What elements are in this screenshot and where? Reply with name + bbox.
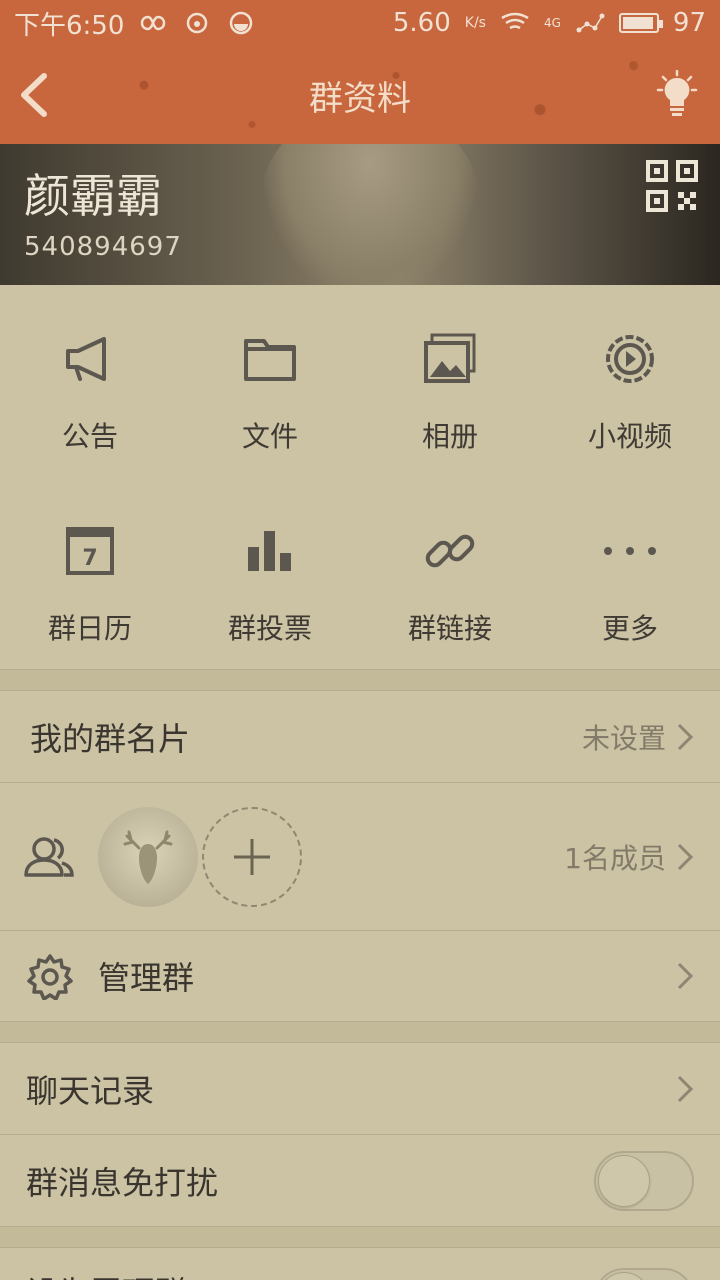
megaphone-icon (66, 337, 106, 381)
link-icon (425, 534, 475, 568)
lightbulb-icon[interactable] (654, 70, 700, 120)
wifi-icon (501, 12, 529, 30)
section-gap (0, 1227, 720, 1247)
pin-group-label: 设为置顶群 (26, 1268, 186, 1280)
group-name: 颜霸霸 (24, 169, 162, 223)
chevron-right-icon (677, 962, 694, 990)
calendar-day: 7 (82, 546, 97, 571)
chevron-right-icon (677, 1075, 694, 1102)
plus-icon (234, 838, 270, 875)
qr-code-icon[interactable] (646, 160, 698, 212)
members-icon (24, 836, 74, 877)
grid-item-link[interactable]: 群链接 (360, 477, 540, 669)
chevron-right-icon (677, 723, 694, 750)
signal-icon (576, 13, 605, 33)
grid-item-label: 更多 (601, 612, 658, 645)
pin-group-row: 设为置顶群 (0, 1248, 720, 1280)
group-header: 颜霸霸 540894697 (0, 144, 720, 285)
back-button[interactable] (14, 70, 54, 120)
battery-level: 97 (672, 8, 706, 38)
grid-item-album[interactable]: 相册 (360, 285, 540, 477)
grid-item-vote[interactable]: 群投票 (180, 477, 360, 669)
do-not-disturb-toggle[interactable] (594, 1150, 694, 1211)
network-speed: 5.60 (392, 8, 451, 38)
my-group-card-label: 我的群名片 (30, 719, 191, 758)
status-time: 下午6:50 (14, 10, 125, 41)
grid-item-calendar[interactable]: 7 群日历 (0, 477, 180, 669)
header-background-photo (260, 144, 480, 285)
deer-head-icon (123, 830, 173, 884)
grid-item-label: 群日历 (47, 612, 132, 645)
grid-item-label: 相册 (421, 420, 478, 453)
grid-item-label: 文件 (241, 420, 298, 453)
grid-item-more[interactable]: 更多 (540, 477, 720, 669)
section-gap (0, 670, 720, 690)
gear-icon (27, 954, 73, 1000)
infinity-icon (141, 15, 166, 31)
chevron-right-icon (677, 843, 694, 870)
my-group-card-row[interactable]: 我的群名片 未设置 (0, 691, 720, 782)
battery-icon (618, 13, 663, 33)
toggle-knob (598, 1154, 650, 1207)
grid-item-label: 群链接 (407, 612, 492, 645)
manage-group-label: 管理群 (98, 959, 195, 997)
chat-history-row[interactable]: 聊天记录 (0, 1043, 720, 1134)
calendar-icon: 7 (66, 527, 114, 575)
pin-group-toggle[interactable] (594, 1268, 694, 1280)
my-group-card-value: 未设置 (581, 721, 666, 755)
folder-icon (244, 339, 296, 381)
function-grid: 公告 文件 相册 小视频 7 群日历 群投票 群链接 更多 (0, 285, 720, 669)
do-not-disturb-label: 群消息免打扰 (26, 1163, 219, 1202)
grid-item-label: 群投票 (227, 612, 312, 645)
grid-item-files[interactable]: 文件 (180, 285, 360, 477)
section-gap (0, 1022, 720, 1042)
manage-group-row[interactable]: 管理群 (0, 931, 720, 1021)
do-not-disturb-row: 群消息免打扰 (0, 1135, 720, 1226)
grid-item-announcement[interactable]: 公告 (0, 285, 180, 477)
video-icon (606, 335, 654, 383)
grid-item-video[interactable]: 小视频 (540, 285, 720, 477)
chat-history-label: 聊天记录 (26, 1071, 155, 1110)
weibo-icon (187, 12, 208, 34)
status-bar: 下午6:50 5.60 K/s 4G 97 (0, 0, 720, 46)
member-count: 1名成员 (564, 841, 666, 875)
toggle-knob (598, 1272, 650, 1280)
speed-unit: K/s (464, 15, 486, 31)
grid-item-label: 公告 (61, 420, 118, 453)
group-id: 540894697 (24, 232, 182, 262)
network-type: 4G (543, 16, 561, 30)
chart-icon (248, 531, 291, 571)
page-title: 群资料 (309, 78, 411, 119)
member-avatar[interactable] (98, 806, 198, 907)
nav-bar: 群资料 (0, 46, 720, 144)
grid-item-label: 小视频 (587, 420, 672, 453)
more-icon (604, 547, 656, 555)
add-member-button[interactable] (202, 806, 302, 907)
members-row[interactable]: 1名成员 (0, 783, 720, 930)
app-notification-icon (230, 11, 253, 35)
album-icon (424, 333, 476, 383)
